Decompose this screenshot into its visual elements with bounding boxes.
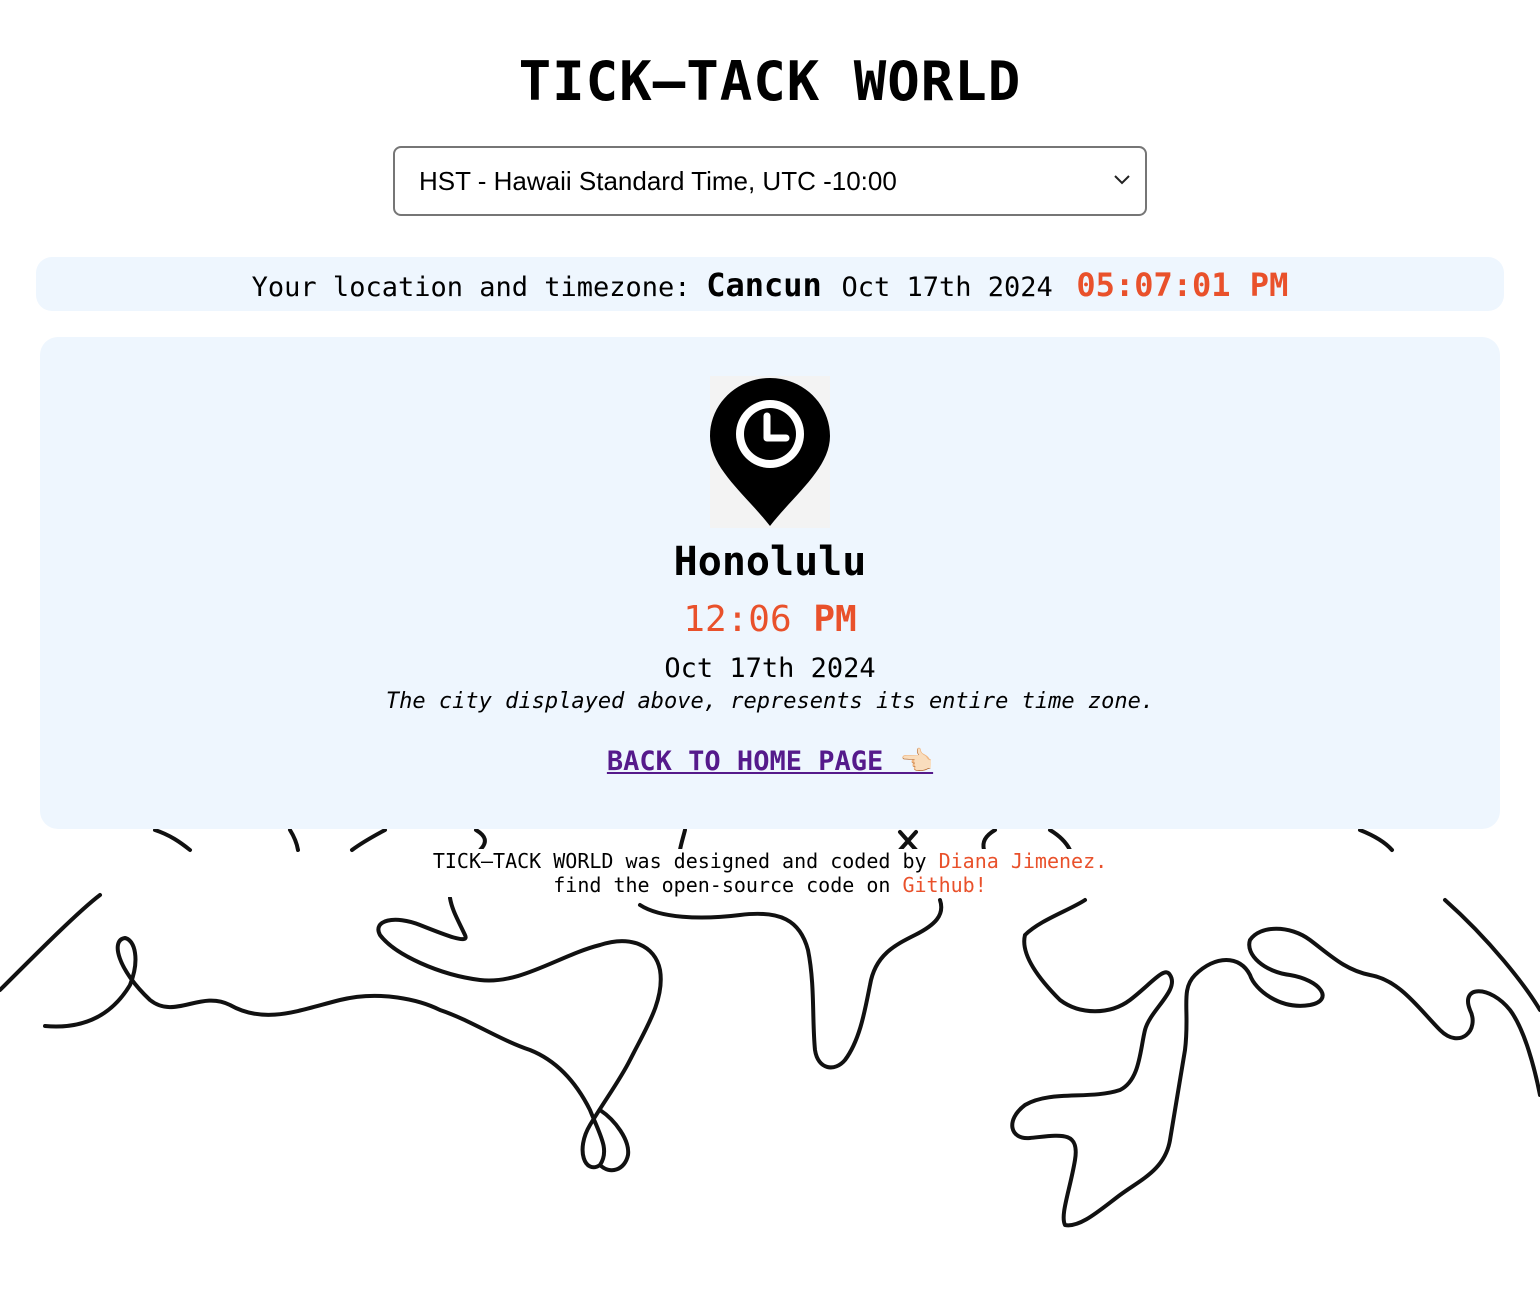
city-time-value: 12:06 [683,599,792,640]
timezone-note: The city displayed above, represents its… [385,689,1155,714]
github-link[interactable]: Github! [902,873,986,897]
city-time-card: Honolulu 12:06 PM Oct 17th 2024 The city… [40,337,1500,829]
chevron-down-icon [1114,175,1130,185]
city-time: 12:06 PM [40,599,1500,640]
page-title: TICK–TACK WORLD [518,50,1022,113]
location-clock-pin-icon [710,376,830,528]
footer-source-text: find the open-source code on [553,873,891,897]
footer-source-line: find the open-source code on Github! [395,873,1145,897]
footer: TICK–TACK WORLD was designed and coded b… [395,849,1145,897]
user-location-bar: Your location and timezone: Cancun Oct 1… [36,257,1504,311]
back-to-home-link[interactable]: BACK TO HOME PAGE 👈🏻 [40,745,1500,777]
user-location-time: 05:07:01 PM [1076,266,1289,304]
timezone-select[interactable]: HST - Hawaii Standard Time, UTC -10:00 [393,146,1147,216]
city-name: Honolulu [673,539,867,585]
user-location-city: Cancun [706,266,822,304]
author-link[interactable]: Diana Jimenez. [939,849,1108,873]
city-time-ampm: PM [813,599,857,640]
timezone-select-value: HST - Hawaii Standard Time, UTC -10:00 [419,166,897,196]
user-location-date: Oct 17th 2024 [841,272,1053,303]
user-location-label: Your location and timezone: [251,272,691,303]
city-date: Oct 17th 2024 [664,653,876,684]
footer-credit-text: TICK–TACK WORLD was designed and coded b… [432,849,927,873]
footer-credit-line: TICK–TACK WORLD was designed and coded b… [395,849,1145,873]
